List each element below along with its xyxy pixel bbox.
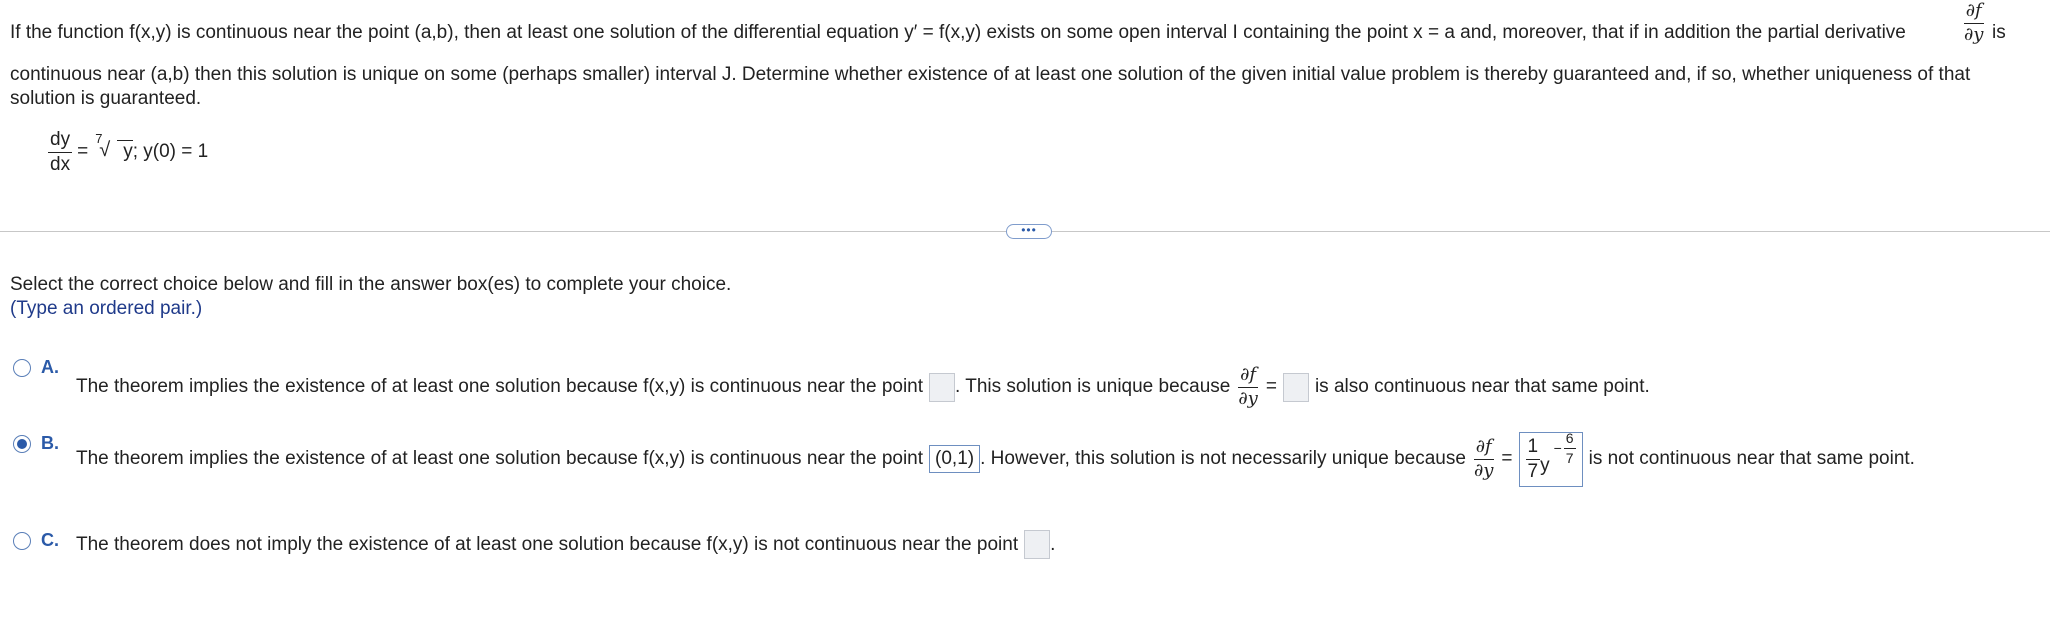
choice-c-letter: C.	[41, 530, 59, 550]
choice-a-derivative-input[interactable]	[1282, 372, 1309, 402]
choice-a-radio[interactable]	[13, 359, 31, 377]
choice-b-text-4: is not continuous near that same point.	[1588, 448, 1915, 470]
more-options-button[interactable]: •••	[1006, 224, 1052, 239]
partial-denominator: ∂y	[1964, 23, 1984, 45]
eq-numerator: dy	[48, 130, 73, 153]
ode-equation: dy dx = 7 √ y ; y(0) = 1	[48, 130, 208, 175]
choice-b-letter: B.	[41, 433, 59, 453]
choice-c-point-input[interactable]	[1024, 530, 1051, 559]
partial-numerator: ∂f	[1963, 1, 1984, 24]
choice-a-partial-fraction: ∂f ∂y	[1238, 364, 1259, 409]
derivative-exponent: − 6 7	[1553, 430, 1576, 466]
choice-a-equals: =	[1265, 376, 1277, 398]
eq-initial-condition: ; y(0) = 1	[132, 141, 209, 163]
choice-c-text-1: The theorem does not imply the existence…	[76, 533, 1019, 555]
choice-a-text-1: The theorem implies the existence of at …	[76, 376, 924, 398]
problem-line-3: solution is guaranteed.	[10, 88, 202, 109]
choice-a-text-2: . This solution is unique because	[955, 376, 1231, 398]
choice-b-point-input[interactable]: (0,1)	[929, 445, 981, 474]
instruction-hint: (Type an ordered pair.)	[10, 298, 203, 319]
derivative-coefficient: 1 7	[1525, 436, 1541, 482]
choice-b-text: The theorem implies the existence of at …	[76, 430, 1915, 487]
choice-a-letter: A.	[41, 357, 59, 377]
choice-b-text-2: . However, this solution is not necessar…	[980, 448, 1466, 470]
problem-line-2: continuous near (a,b) then this solution…	[10, 64, 1971, 85]
choice-b-radio[interactable]	[13, 435, 31, 453]
eq-equals: =	[77, 141, 89, 163]
eq-denominator: dx	[50, 153, 71, 175]
seventh-root: 7 √ y	[93, 131, 133, 163]
instruction-text: Select the correct choice below and fill…	[10, 274, 732, 295]
problem-line-1-text: If the function f(x,y) is continuous nea…	[10, 22, 1906, 43]
choice-c-text: The theorem does not imply the existence…	[76, 530, 1055, 559]
problem-line-1-end: is	[1992, 22, 2006, 43]
choice-c-text-2: .	[1050, 533, 1056, 555]
choice-b-text-1: The theorem implies the existence of at …	[76, 448, 924, 470]
partial-derivative-fraction: ∂f ∂y	[1962, 1, 1985, 45]
choice-c-radio[interactable]	[13, 532, 31, 550]
problem-line-1: If the function f(x,y) is continuous nea…	[10, 22, 1906, 44]
derivative-variable: y	[1540, 455, 1550, 477]
choice-b-partial-fraction: ∂f ∂y	[1473, 436, 1494, 481]
choice-b-derivative-input[interactable]: 1 7 y − 6 7	[1518, 430, 1583, 487]
choice-a-text: The theorem implies the existence of at …	[76, 364, 1650, 409]
radicand: y	[117, 140, 133, 163]
radical-sign: √	[99, 139, 111, 162]
choice-a-point-input[interactable]	[929, 372, 956, 402]
choice-b-equals: =	[1501, 448, 1513, 470]
choice-a-text-4: is also continuous near that same point.	[1314, 376, 1650, 398]
